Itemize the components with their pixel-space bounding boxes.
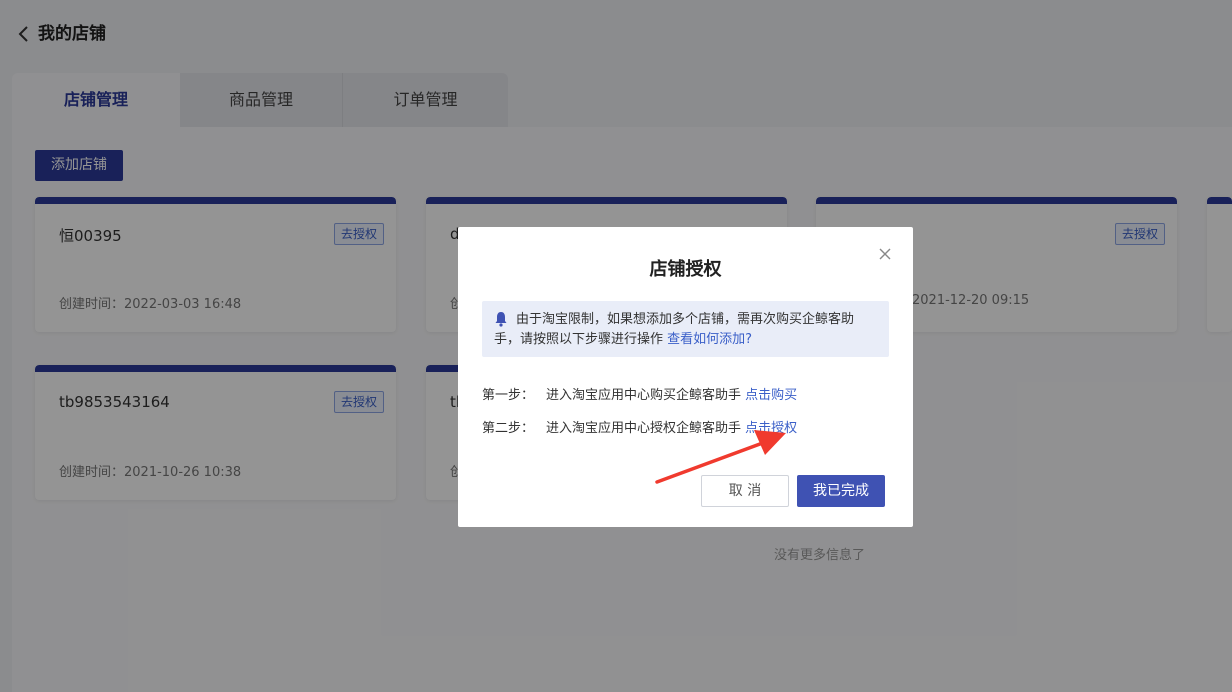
notice-text: 由于淘宝限制，如果想添加多个店铺，需再次购买企鲸客助手，请按照以下步骤进行操作 … [494, 310, 874, 350]
step-two: 第二步： 进入淘宝应用中心授权企鲸客助手 点击授权 [482, 417, 797, 436]
notice-box: 由于淘宝限制，如果想添加多个店铺，需再次购买企鲸客助手，请按照以下步骤进行操作 … [482, 301, 889, 357]
buy-link[interactable]: 点击购买 [745, 388, 797, 403]
cancel-button[interactable]: 取 消 [701, 475, 789, 507]
step-two-text: 进入淘宝应用中心授权企鲸客助手 [546, 421, 742, 436]
done-button[interactable]: 我已完成 [797, 475, 885, 507]
close-icon[interactable] [877, 246, 893, 262]
authorize-link[interactable]: 点击授权 [745, 421, 797, 436]
dialog-title: 店铺授权 [649, 259, 722, 280]
step-one-label: 第一步： [482, 388, 535, 403]
step-two-label: 第二步： [482, 421, 535, 436]
step-one: 第一步： 进入淘宝应用中心购买企鲸客助手 点击购买 [482, 384, 797, 403]
step-one-text: 进入淘宝应用中心购买企鲸客助手 [546, 388, 742, 403]
store-authorization-dialog: 店铺授权 由于淘宝限制，如果想添加多个店铺，需再次购买企鲸客助手，请按照以下步骤… [458, 227, 913, 527]
how-to-add-link[interactable]: 查看如何添加? [667, 332, 752, 347]
